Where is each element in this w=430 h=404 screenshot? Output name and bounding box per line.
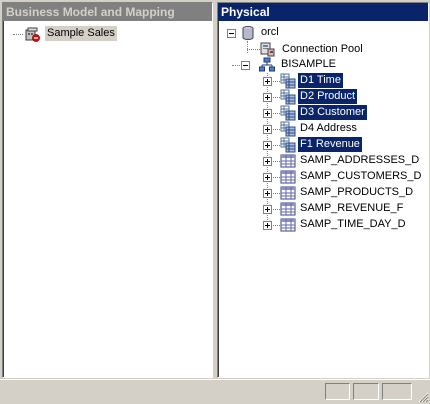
tree-item-label: orcl [261, 26, 279, 38]
tree-item-table[interactable]: D2 Product [263, 89, 423, 105]
expand-icon[interactable] [263, 93, 272, 102]
expand-icon[interactable] [263, 77, 272, 86]
physical-pane: Physical orcl Connection Pool BISAMPLE D… [217, 2, 429, 378]
tree-item-label: SAMP_ADDRESSES_D [300, 154, 420, 166]
expand-icon[interactable] [263, 157, 272, 166]
tree-item-table[interactable]: D1 Time [263, 73, 423, 89]
tree-item-bisample[interactable]: BISAMPLE [241, 57, 336, 73]
tree-item-label: D2 Product [298, 89, 358, 104]
tree-item-table[interactable]: SAMP_ADDRESSES_D [263, 153, 423, 169]
business-model-pane: Business Model and Mapping Sample Sales [2, 2, 213, 378]
table-icon [280, 154, 296, 168]
table-icon [280, 218, 296, 232]
expand-icon[interactable] [263, 221, 272, 230]
status-panel [353, 383, 379, 400]
tree-item-table[interactable]: F1 Revenue [263, 137, 423, 153]
tree-item-label: BISAMPLE [281, 58, 337, 70]
status-panel [325, 383, 350, 400]
business-model-icon [25, 27, 40, 42]
alias-table-icon [280, 137, 296, 153]
business-model-pane-title: Business Model and Mapping [3, 3, 212, 21]
tree-item-orcl[interactable]: orcl [226, 25, 306, 41]
status-panel [382, 383, 412, 400]
alias-table-icon [280, 89, 296, 105]
expand-icon[interactable] [263, 109, 272, 118]
expand-icon[interactable] [263, 205, 272, 214]
tree-item-label: Sample Sales [45, 26, 117, 41]
tree-item-label: SAMP_REVENUE_F [300, 202, 404, 214]
expand-icon[interactable] [263, 141, 272, 150]
collapse-icon[interactable] [241, 61, 250, 70]
table-icon [280, 170, 296, 184]
expand-icon[interactable] [263, 173, 272, 182]
tree-item-label: D1 Time [298, 73, 343, 88]
tree-item-table[interactable]: SAMP_PRODUCTS_D [263, 185, 423, 201]
alias-table-icon [280, 73, 296, 89]
tree-connector [13, 34, 23, 35]
table-icon [280, 186, 296, 200]
tree-item-table[interactable]: SAMP_REVENUE_F [263, 201, 423, 217]
tree-item-label: SAMP_PRODUCTS_D [300, 186, 414, 198]
alias-table-icon [280, 121, 296, 137]
tree-item-label: Connection Pool [282, 43, 363, 55]
tree-item-table[interactable]: D3 Customer [263, 105, 423, 121]
tree-item-label: D4 Address [300, 122, 357, 134]
tree-item-sample-sales[interactable]: Sample Sales [24, 26, 154, 42]
tree-item-label: SAMP_TIME_DAY_D [300, 218, 406, 230]
connection-pool-icon [260, 42, 275, 57]
tree-item-label: SAMP_CUSTOMERS_D [300, 170, 422, 182]
expand-icon[interactable] [263, 125, 272, 134]
schema-icon [259, 57, 275, 72]
tree-item-connection-pool[interactable]: Connection Pool [259, 41, 379, 57]
alias-table-icon [280, 105, 296, 121]
collapse-icon[interactable] [227, 29, 236, 38]
table-icon [280, 202, 296, 216]
tree-item-label: D3 Customer [298, 105, 367, 120]
status-bar [0, 379, 430, 404]
tree-connector [247, 41, 248, 53]
tree-item-table[interactable]: SAMP_TIME_DAY_D [263, 217, 423, 233]
resize-grip-icon[interactable] [417, 391, 429, 403]
tree-item-table[interactable]: SAMP_CUSTOMERS_D [263, 169, 423, 185]
expand-icon[interactable] [263, 189, 272, 198]
physical-pane-title: Physical [218, 3, 428, 21]
database-icon [242, 26, 254, 40]
tree-item-table[interactable]: D4 Address [263, 121, 423, 137]
tree-item-label: F1 Revenue [298, 137, 362, 152]
